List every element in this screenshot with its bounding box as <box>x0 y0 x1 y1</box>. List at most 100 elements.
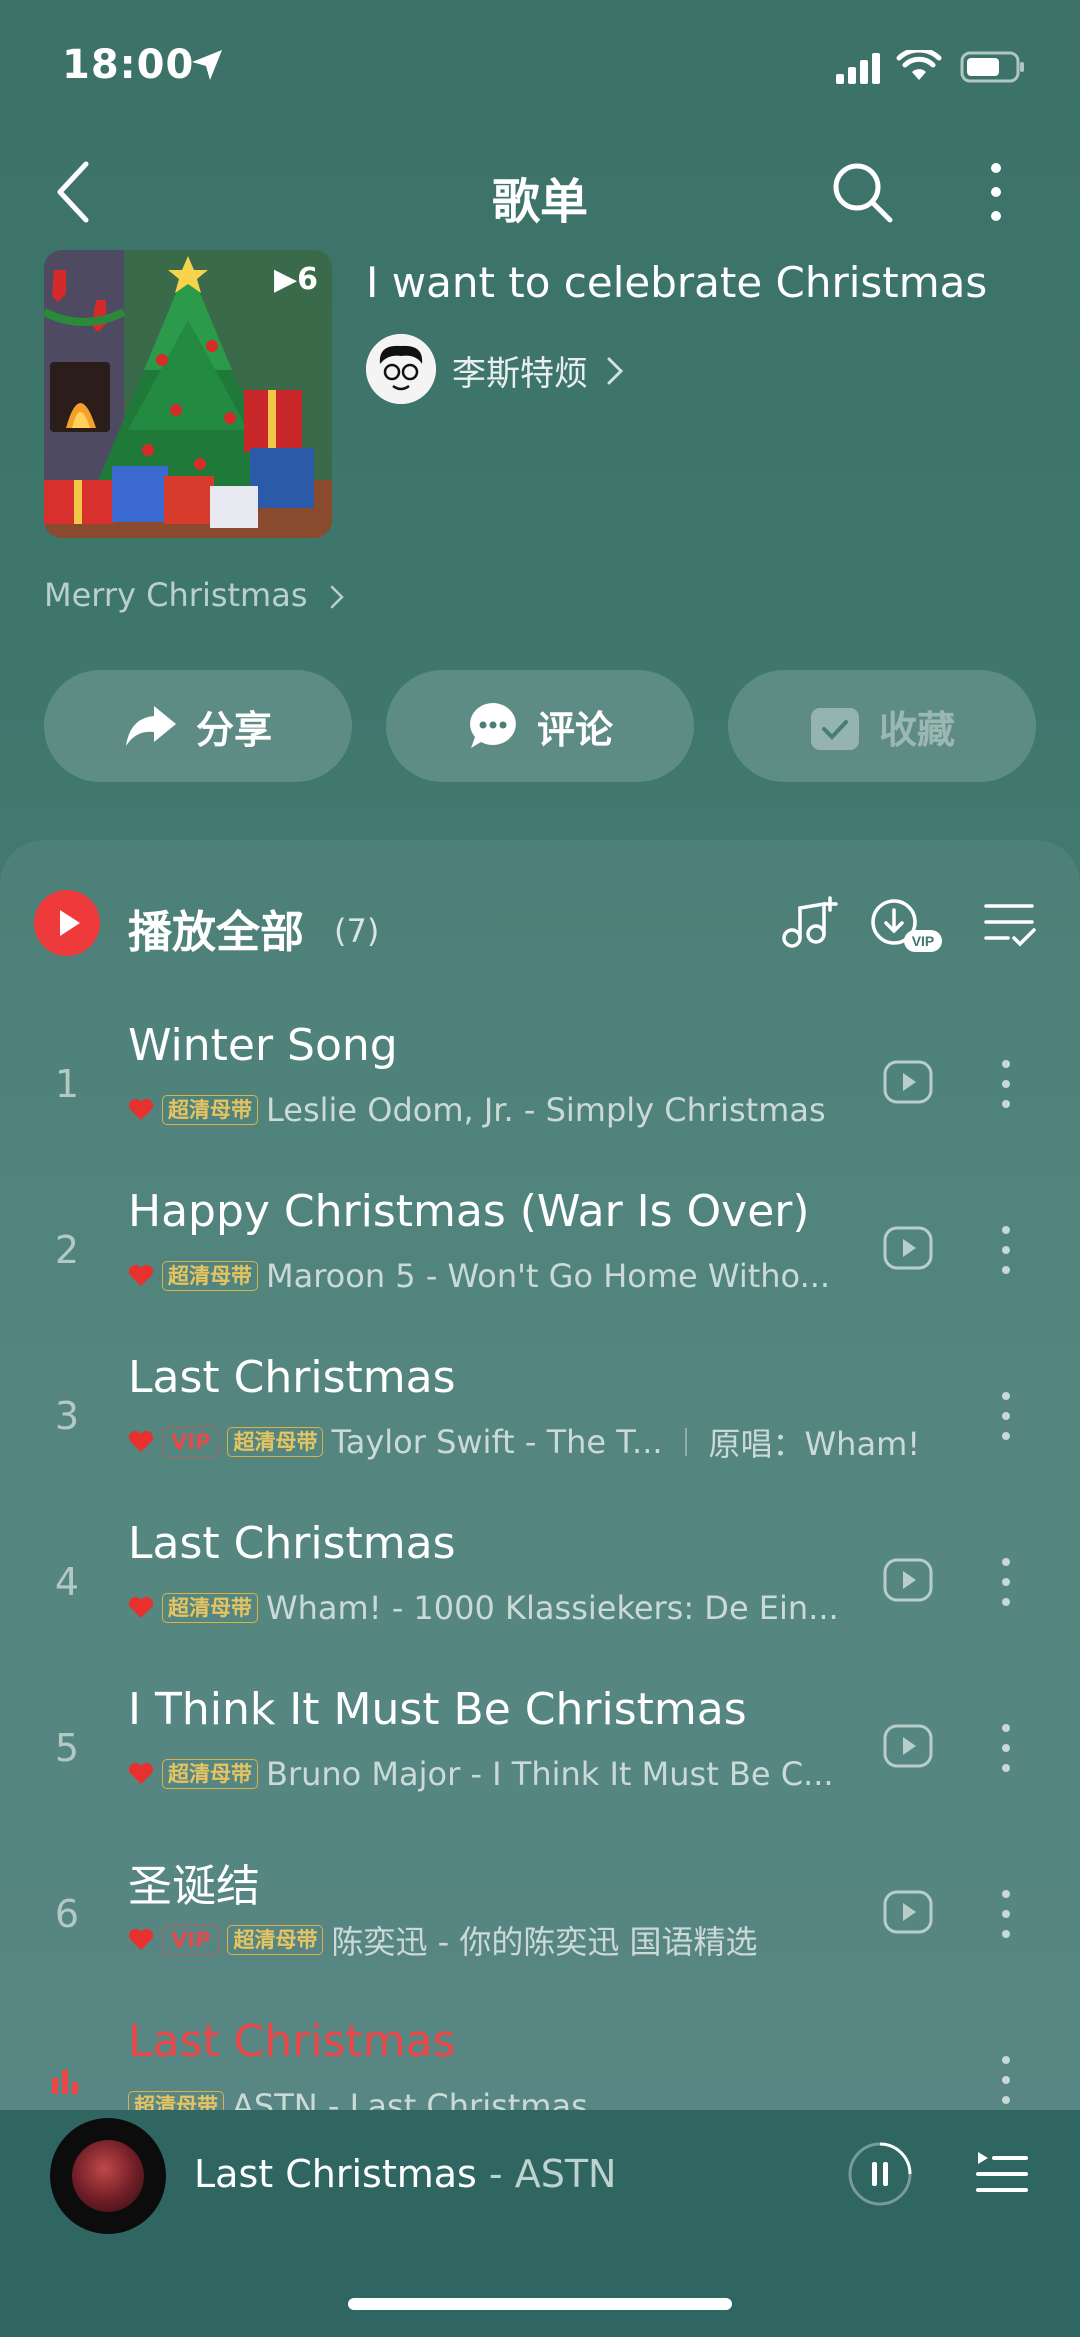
song-row[interactable]: 1 Winter Song 超清母带 Leslie Odom, Jr. - Si… <box>0 1010 1080 1176</box>
search-icon[interactable] <box>828 158 896 226</box>
song-row[interactable]: 2 Happy Christmas (War Is Over) 超清母带 Mar… <box>0 1176 1080 1342</box>
song-subtitle: Maroon 5 - Won't Go Home Witho... <box>266 1257 831 1295</box>
song-meta: 超清母带 Wham! - 1000 Klassiekers: De Ein... <box>128 1586 839 1630</box>
playing-bars-icon <box>52 2070 78 2094</box>
song-meta: 超清母带 Bruno Major - I Think It Must Be C.… <box>128 1752 834 1796</box>
collect-label: 收藏 <box>878 707 955 752</box>
page-title: 歌单 <box>491 174 588 230</box>
song-more-icon[interactable] <box>994 1220 1018 1280</box>
creator-avatar[interactable] <box>366 334 436 404</box>
play-all-label[interactable]: 播放全部 <box>128 896 304 960</box>
now-playing-title: Last Christmas <box>194 2152 477 2196</box>
song-subtitle: 陈奕迅 - 你的陈奕迅 国语精选 <box>331 1923 758 1961</box>
liked-heart-icon[interactable] <box>128 1762 154 1786</box>
now-playing-artist: ASTN <box>514 2152 617 2196</box>
song-meta: 超清母带 Maroon 5 - Won't Go Home Witho... <box>128 1254 830 1298</box>
vip-badge: VIP <box>162 1925 220 1955</box>
quality-badge: 超清母带 <box>162 1759 258 1789</box>
playlist-cover[interactable]: ▶6 <box>44 250 332 538</box>
song-meta: VIP 超清母带 Taylor Swift - The T... 原唱：Wham… <box>128 1420 920 1464</box>
quality-badge: 超清母带 <box>227 1427 324 1457</box>
playlist-description[interactable]: Merry Christmas <box>44 576 344 614</box>
song-more-icon[interactable] <box>994 1884 1018 1944</box>
song-meta: VIP 超清母带 陈奕迅 - 你的陈奕迅 国语精选 <box>128 1918 758 1962</box>
collect-folder-icon <box>810 708 859 750</box>
song-title: I Think It Must Be Christmas <box>128 1684 747 1735</box>
song-more-icon[interactable] <box>994 2050 1018 2110</box>
battery-icon <box>960 51 1024 83</box>
liked-heart-icon[interactable] <box>128 1430 154 1454</box>
music-video-icon[interactable] <box>882 1056 934 1108</box>
liked-heart-icon[interactable] <box>128 1928 154 1952</box>
song-more-icon[interactable] <box>994 1552 1018 1612</box>
song-number: 2 <box>54 1228 80 1272</box>
location-arrow-icon <box>192 50 222 80</box>
more-options-icon[interactable] <box>976 158 1016 226</box>
pause-icon[interactable] <box>846 2140 914 2208</box>
cellular-signal-icon <box>836 53 880 84</box>
original-singer: 原唱：Wham! <box>708 1425 921 1463</box>
wifi-icon <box>896 50 942 80</box>
song-number: 4 <box>54 1560 80 1604</box>
song-number: 3 <box>54 1394 80 1438</box>
song-subtitle: ASTN - Last Christmas <box>232 2087 588 2110</box>
song-subtitle: Taylor Swift - The T... <box>331 1423 663 1461</box>
song-row[interactable]: 4 Last Christmas 超清母带 Wham! - 1000 Klass… <box>0 1508 1080 1674</box>
song-number: 5 <box>54 1726 80 1770</box>
share-label: 分享 <box>195 707 272 752</box>
song-more-icon[interactable] <box>994 1386 1018 1446</box>
song-meta: 超清母带 ASTN - Last Christmas <box>128 2084 588 2110</box>
divider <box>684 1428 687 1456</box>
playlist-queue-icon[interactable] <box>974 2146 1030 2202</box>
status-bar: 18:00 <box>0 0 1080 130</box>
liked-heart-icon[interactable] <box>128 1098 154 1122</box>
play-count: ▶6 <box>274 262 318 297</box>
multi-select-icon[interactable] <box>978 892 1042 956</box>
song-more-icon[interactable] <box>994 1718 1018 1778</box>
song-row[interactable]: 5 I Think It Must Be Christmas 超清母带 Brun… <box>0 1674 1080 1840</box>
song-subtitle: Wham! - 1000 Klassiekers: De Ein... <box>266 1589 839 1627</box>
quality-badge: 超清母带 <box>128 2091 224 2110</box>
quality-badge: 超清母带 <box>162 1261 258 1291</box>
liked-heart-icon[interactable] <box>128 1264 154 1288</box>
music-video-icon[interactable] <box>882 1886 934 1938</box>
song-more-icon[interactable] <box>994 1054 1018 1114</box>
music-video-icon[interactable] <box>882 1720 934 1772</box>
add-song-icon[interactable] <box>776 892 840 956</box>
playlist-name: I want to celebrate Christmas <box>366 258 988 307</box>
collect-button[interactable]: 收藏 <box>728 670 1036 782</box>
song-row[interactable]: 6 圣诞结 VIP 超清母带 陈奕迅 - 你的陈奕迅 国语精选 <box>0 1840 1080 2006</box>
song-row-playing[interactable]: Last Christmas 超清母带 ASTN - Last Christma… <box>0 2006 1080 2110</box>
now-playing-text[interactable]: Last Christmas - ASTN <box>194 2152 616 2196</box>
song-number: 1 <box>54 1062 80 1106</box>
song-subtitle: Leslie Odom, Jr. - Simply Christmas <box>266 1091 826 1129</box>
quality-badge: 超清母带 <box>162 1095 258 1125</box>
song-number: 6 <box>54 1892 80 1936</box>
quality-badge: 超清母带 <box>227 1925 324 1955</box>
music-video-icon[interactable] <box>882 1554 934 1606</box>
song-title: Last Christmas <box>128 1352 456 1403</box>
comment-label: 评论 <box>536 707 613 752</box>
play-icon <box>60 910 80 936</box>
music-video-icon[interactable] <box>882 1222 934 1274</box>
play-all-button[interactable] <box>34 890 100 956</box>
home-indicator <box>348 2298 732 2310</box>
creator-name[interactable]: 李斯特烦 <box>452 346 588 395</box>
play-triangle-icon: ▶ <box>274 262 298 297</box>
download-vip-icon[interactable]: VIP <box>868 892 944 956</box>
song-title: 圣诞结 <box>128 1861 260 1912</box>
avatar-face-icon <box>366 334 436 404</box>
chevron-right-icon <box>607 357 624 385</box>
share-button[interactable]: 分享 <box>44 670 352 782</box>
share-arrow-icon <box>125 706 176 746</box>
status-time: 18:00 <box>62 42 195 88</box>
song-subtitle: Bruno Major - I Think It Must Be C... <box>266 1755 834 1793</box>
song-row[interactable]: 3 Last Christmas VIP 超清母带 Taylor Swift -… <box>0 1342 1080 1508</box>
song-count: (7) <box>334 912 380 950</box>
song-title: Last Christmas <box>128 1518 456 1569</box>
liked-heart-icon[interactable] <box>128 1596 154 1620</box>
comment-button[interactable]: 评论 <box>386 670 694 782</box>
vip-badge: VIP <box>162 1427 220 1457</box>
song-title: Last Christmas <box>128 2016 456 2067</box>
comment-bubble-icon <box>470 703 516 748</box>
